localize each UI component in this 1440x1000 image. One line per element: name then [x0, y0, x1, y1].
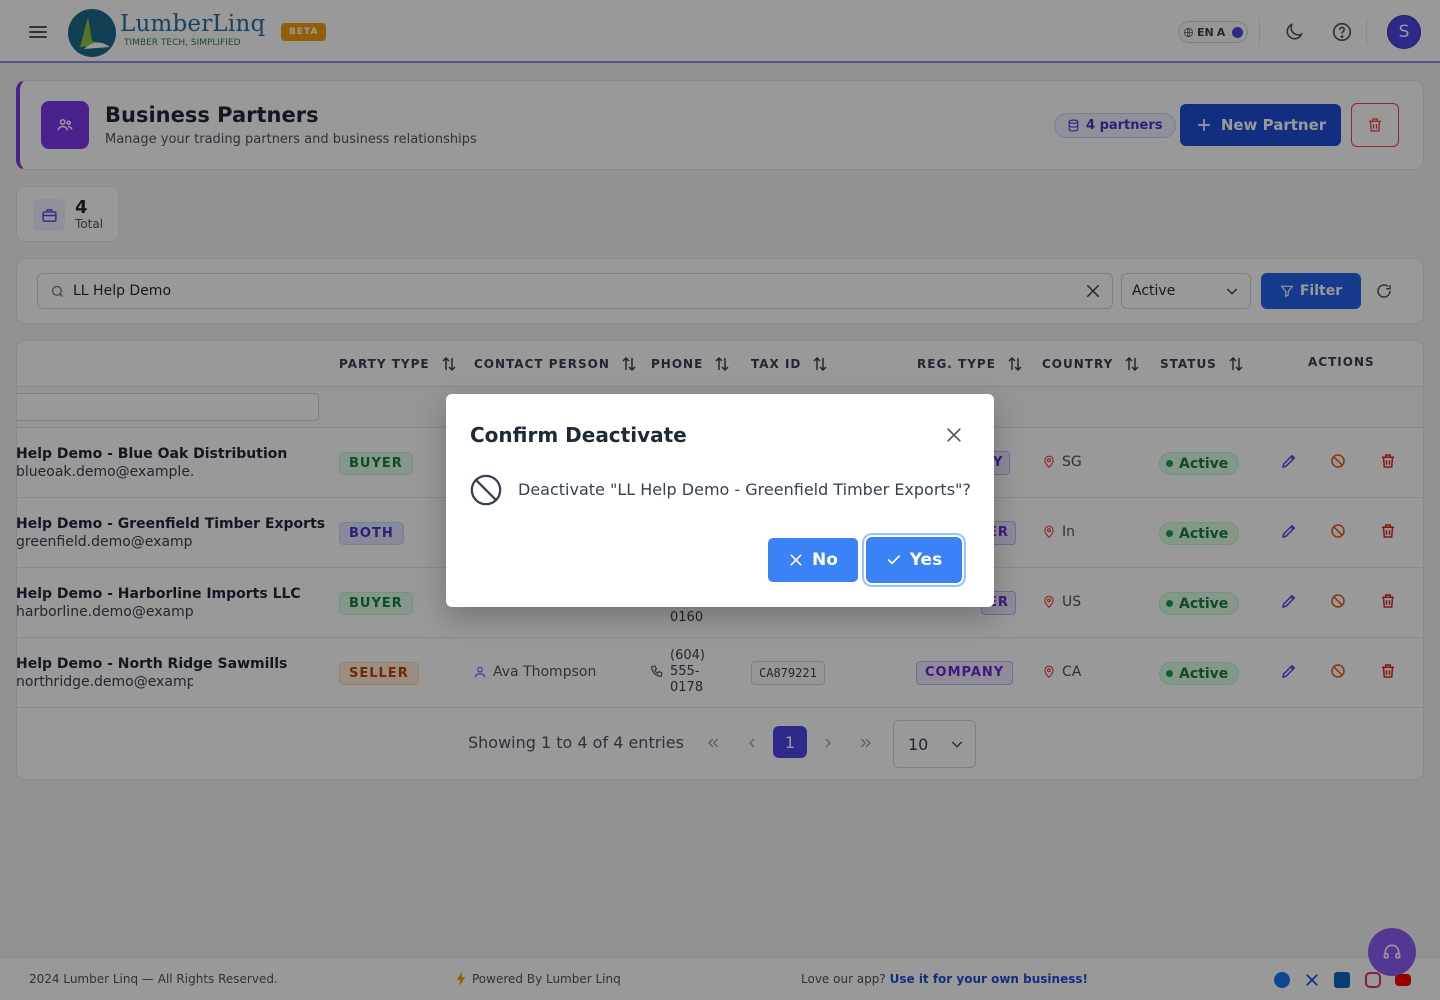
no-label: No: [812, 550, 838, 570]
no-button[interactable]: No: [768, 538, 858, 582]
dialog-title: Confirm Deactivate: [470, 423, 687, 447]
yes-label: Yes: [909, 550, 943, 570]
yes-button[interactable]: Yes: [866, 537, 962, 583]
confirm-deactivate-dialog: Confirm Deactivate Deactivate "LL Help D…: [446, 394, 994, 607]
ban-icon: [470, 474, 502, 506]
close-icon[interactable]: [944, 425, 964, 445]
x-icon: [790, 554, 802, 566]
check-icon: [887, 555, 900, 565]
dialog-message: Deactivate "LL Help Demo - Greenfield Ti…: [518, 480, 971, 499]
